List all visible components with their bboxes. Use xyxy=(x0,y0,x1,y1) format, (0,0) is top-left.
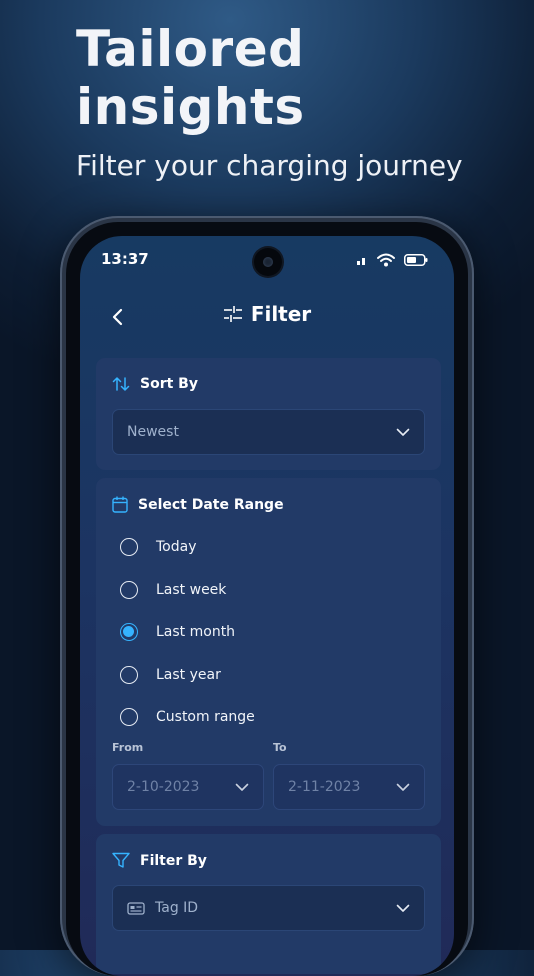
chevron-down-icon xyxy=(396,783,410,791)
promo-title: Tailored insights xyxy=(76,20,305,136)
filter-by-dropdown[interactable]: Tag ID xyxy=(112,885,425,931)
sort-by-title: Sort By xyxy=(140,376,198,392)
date-range-title: Select Date Range xyxy=(138,496,284,513)
promo-subtitle: Filter your charging journey xyxy=(76,149,463,182)
to-date-dropdown[interactable]: 2-11-2023 xyxy=(273,764,425,810)
promo-title-line2: insights xyxy=(76,78,305,136)
battery-icon xyxy=(404,254,428,266)
phone-frame: 13:37 Filter Sort By Newest Select Date … xyxy=(60,216,474,976)
funnel-icon xyxy=(112,852,130,868)
radio-button[interactable] xyxy=(120,538,138,556)
from-date-dropdown[interactable]: 2-10-2023 xyxy=(112,764,264,810)
date-range-header: Select Date Range xyxy=(112,496,284,513)
radio-label: Last month xyxy=(156,624,236,640)
chevron-down-icon xyxy=(235,783,249,791)
chevron-down-icon xyxy=(396,428,410,436)
filter-sliders-icon xyxy=(223,306,242,322)
radio-label: Last week xyxy=(156,582,227,598)
calendar-icon xyxy=(112,496,128,513)
page-title: Filter xyxy=(250,302,312,326)
radio-button[interactable] xyxy=(120,581,138,599)
chevron-down-icon xyxy=(396,904,410,912)
filter-by-title: Filter By xyxy=(140,852,207,869)
radio-option-last-week[interactable]: Last week xyxy=(120,578,226,602)
from-label: From xyxy=(112,741,144,754)
phone-bezel: 13:37 Filter Sort By Newest Select Date … xyxy=(66,222,468,976)
radio-option-last-month[interactable]: Last month xyxy=(120,620,235,644)
to-label: To xyxy=(273,741,287,754)
status-icons xyxy=(356,252,428,268)
sort-by-header: Sort By xyxy=(112,376,198,392)
radio-option-today[interactable]: Today xyxy=(120,535,197,559)
sort-by-value: Newest xyxy=(127,424,179,440)
radio-button[interactable] xyxy=(120,708,138,726)
wifi-icon xyxy=(377,253,395,267)
from-date-value: 2-10-2023 xyxy=(127,779,200,795)
sort-arrows-icon xyxy=(112,377,130,391)
promo-title-line1: Tailored xyxy=(76,20,305,78)
signal-icon xyxy=(357,258,365,265)
radio-option-custom-range[interactable]: Custom range xyxy=(120,705,255,729)
status-time: 13:37 xyxy=(101,250,149,268)
radio-label: Today xyxy=(156,539,197,555)
app-screen: 13:37 Filter Sort By Newest Select Date … xyxy=(80,236,454,976)
status-bar: 13:37 xyxy=(80,236,454,286)
sort-by-dropdown[interactable]: Newest xyxy=(112,409,425,455)
filter-by-value: Tag ID xyxy=(155,900,199,916)
id-card-icon xyxy=(127,901,145,915)
front-camera xyxy=(254,248,282,276)
radio-button[interactable] xyxy=(120,666,138,684)
to-date-value: 2-11-2023 xyxy=(288,779,361,795)
filter-by-card: Filter By Tag ID xyxy=(96,834,441,974)
radio-label: Custom range xyxy=(156,709,255,725)
page-title-group: Filter xyxy=(80,302,454,326)
date-range-card: Select Date Range Today Last week Last m… xyxy=(96,478,441,826)
nav-bar: Filter xyxy=(80,292,454,342)
filter-by-header: Filter By xyxy=(112,852,207,869)
radio-button[interactable] xyxy=(120,623,138,641)
radio-label: Last year xyxy=(156,667,221,683)
sort-by-card: Sort By Newest xyxy=(96,358,441,470)
radio-option-last-year[interactable]: Last year xyxy=(120,663,221,687)
